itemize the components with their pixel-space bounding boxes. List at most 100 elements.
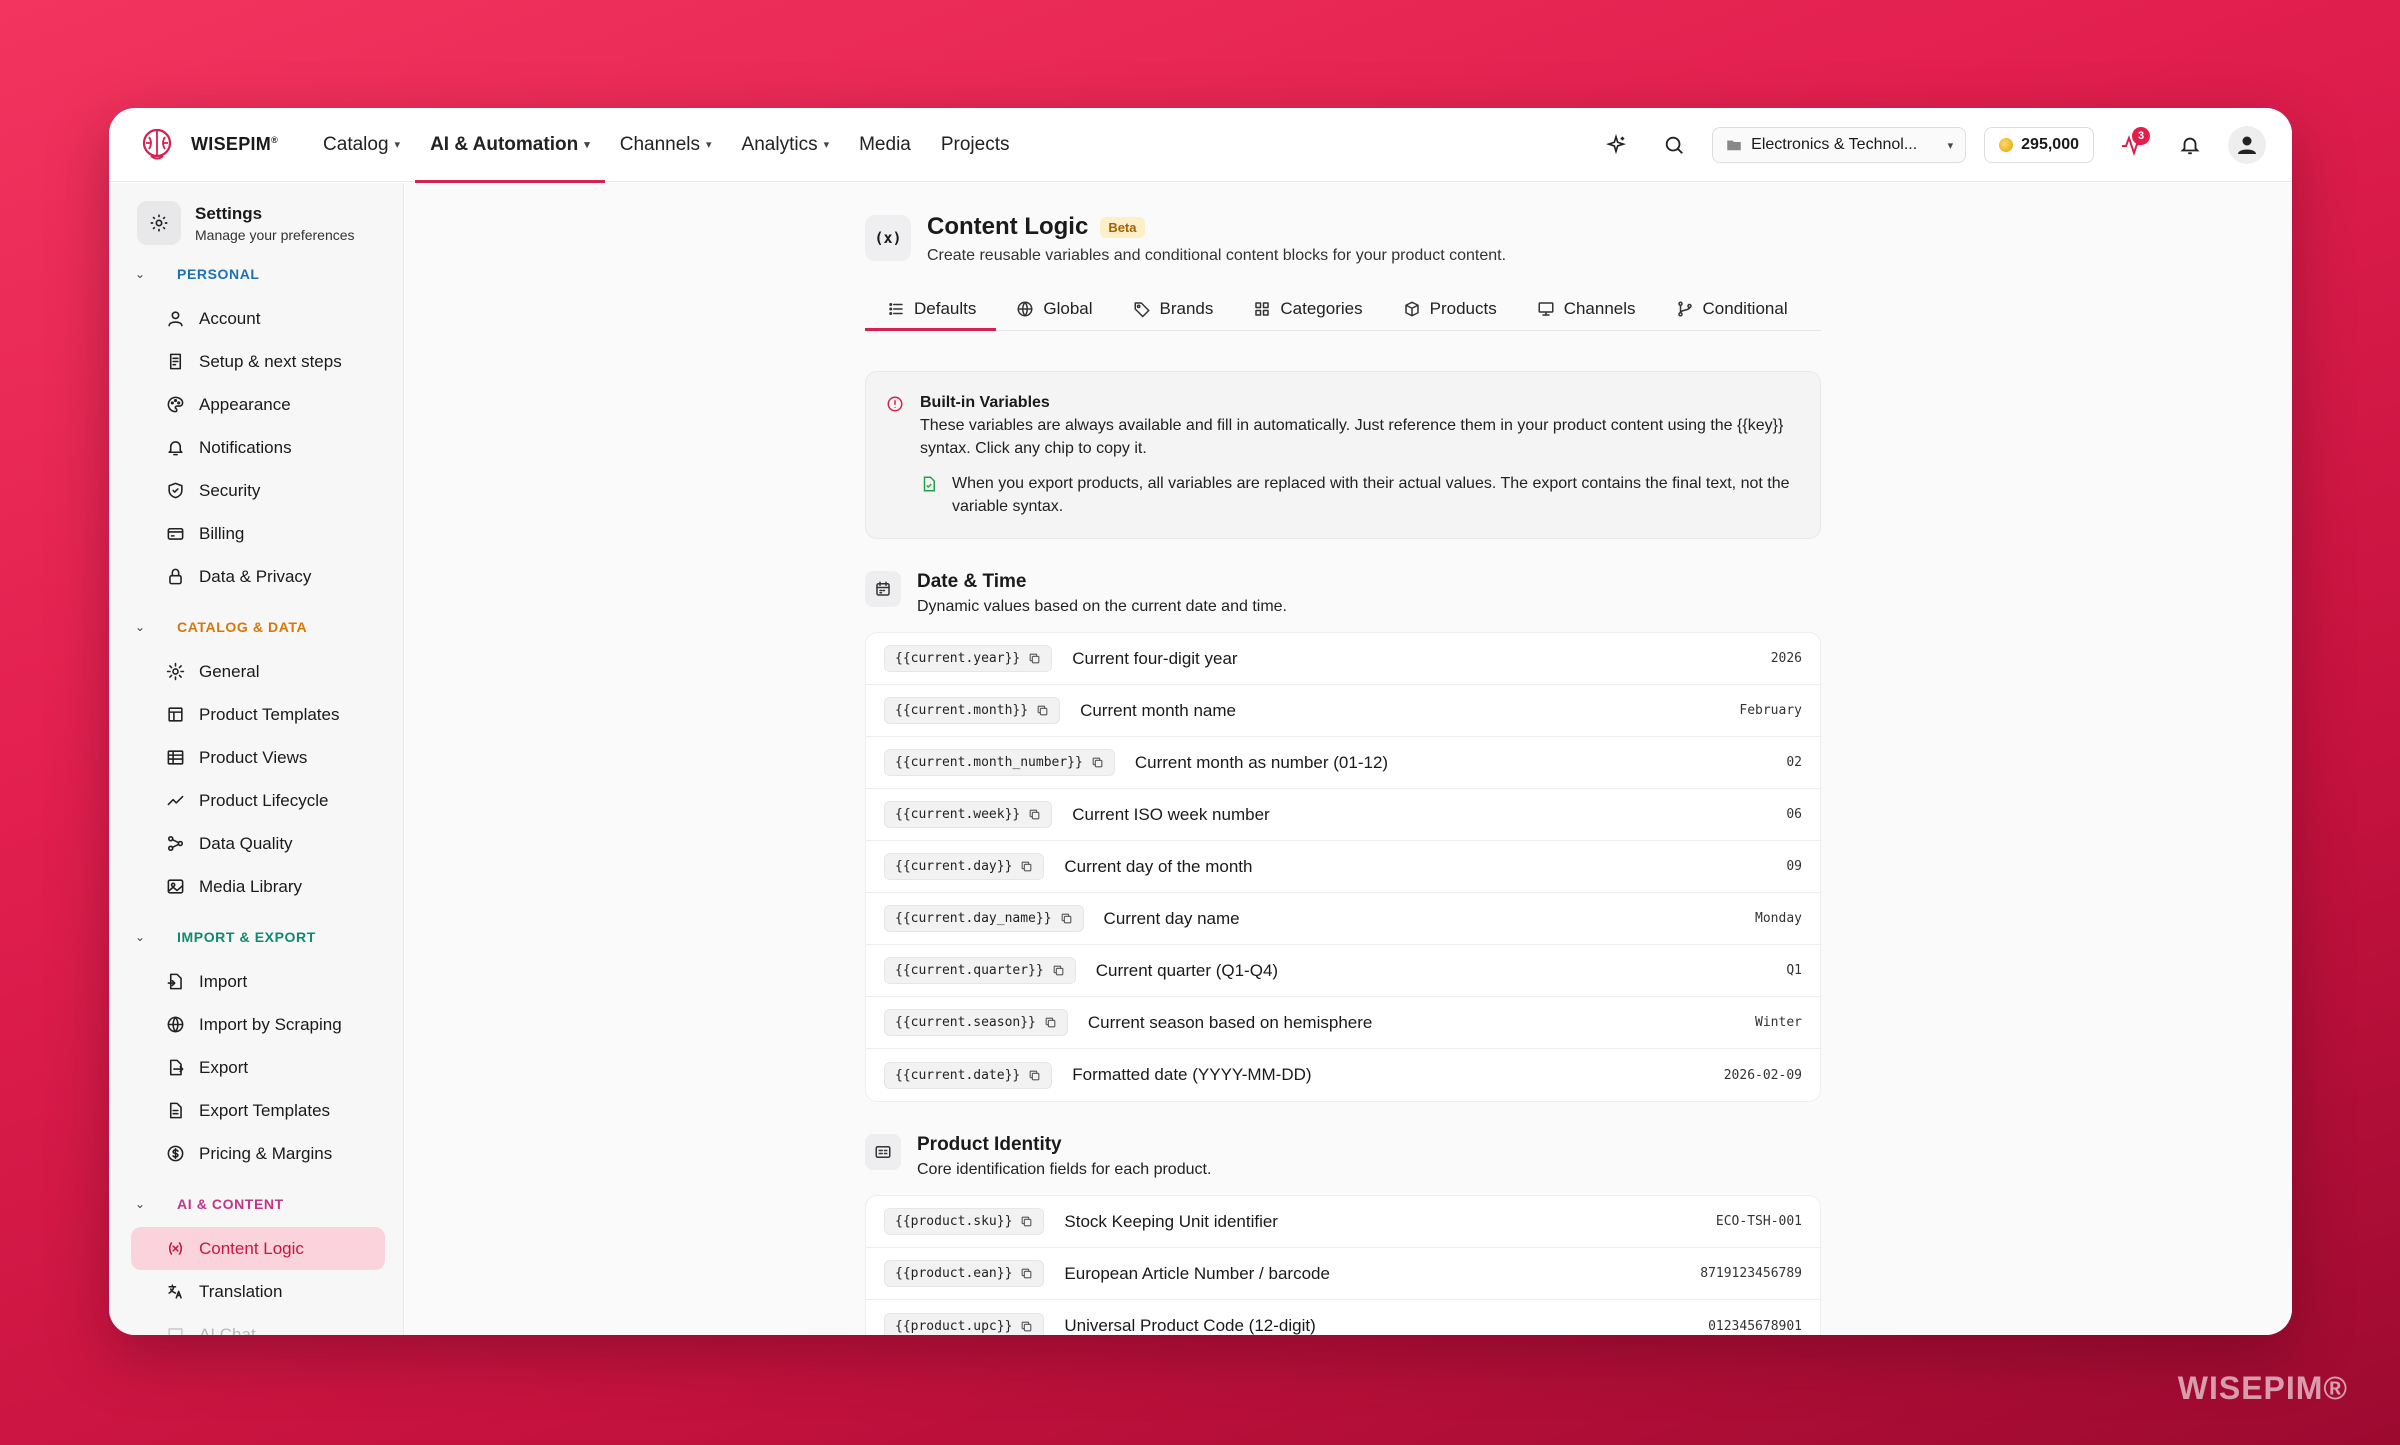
brand-logo[interactable]: WISEPIM®: [137, 125, 278, 165]
table-row: {{current.season}} Current season based …: [866, 997, 1820, 1049]
sidebar-group-personal[interactable]: ⌄ PERSONAL: [109, 251, 403, 297]
sidebar-item-notifications[interactable]: Notifications: [109, 426, 403, 469]
tab-label: Channels: [1563, 298, 1636, 318]
sidebar-item-translation[interactable]: Translation: [109, 1270, 403, 1313]
sidebar-item-import-by-scraping[interactable]: Import by Scraping: [109, 1003, 403, 1046]
chevron-down-icon: ⌄: [135, 620, 146, 634]
section-subtitle: Dynamic values based on the current date…: [917, 598, 1287, 615]
sidebar-item-general[interactable]: General: [109, 650, 403, 693]
sidebar-item-label: Account: [199, 308, 261, 328]
sidebar-item-security[interactable]: Security: [109, 469, 403, 512]
gear-icon: [137, 201, 181, 245]
table-row: {{current.year}} Current four-digit year…: [866, 633, 1820, 685]
activity-icon[interactable]: 3: [2112, 125, 2152, 165]
sidebar-item-account[interactable]: Account: [109, 297, 403, 340]
nav-item-analytics[interactable]: Analytics ▾: [727, 108, 845, 182]
sidebar-group-ai-content[interactable]: ⌄ AI & CONTENT: [109, 1181, 403, 1227]
info-icon: [886, 395, 904, 418]
sidebar-item-label: Product Lifecycle: [199, 790, 329, 810]
variable-chip[interactable]: {{current.day_name}}: [884, 905, 1084, 932]
brain-logo-icon: [142, 128, 172, 159]
variable-chip[interactable]: {{current.week}}: [884, 801, 1053, 828]
variable-chip[interactable]: {{product.upc}}: [884, 1312, 1045, 1335]
table-row: {{current.month}} Current month name Feb…: [866, 685, 1820, 737]
file-import-icon: [165, 972, 185, 992]
shield-icon: [165, 481, 185, 501]
sidebar-item-import[interactable]: Import: [109, 960, 403, 1003]
tab-defaults[interactable]: Defaults: [865, 287, 997, 331]
tab-conditional[interactable]: Conditional: [1656, 287, 1808, 330]
variable-value: February: [1739, 703, 1802, 718]
sidebar-item-data-quality[interactable]: Data Quality: [109, 822, 403, 865]
sidebar-group-label: CATALOG & DATA: [177, 619, 308, 635]
sidebar-item-media-library[interactable]: Media Library: [109, 865, 403, 908]
copy-icon: [1020, 860, 1033, 873]
sidebar-item-pricing-margins[interactable]: Pricing & Margins: [109, 1132, 403, 1175]
tab-channels[interactable]: Channels: [1517, 287, 1656, 330]
copy-icon: [1020, 1320, 1033, 1333]
sidebar-item-appearance[interactable]: Appearance: [109, 383, 403, 426]
sidebar-item-export[interactable]: Export: [109, 1046, 403, 1089]
tab-global[interactable]: Global: [996, 287, 1112, 330]
nav-item-projects[interactable]: Projects: [926, 108, 1025, 182]
tab-brands[interactable]: Brands: [1113, 287, 1234, 330]
nav-item-media[interactable]: Media: [844, 108, 926, 182]
id-card-icon: [865, 1134, 901, 1170]
nav-item-ai-automation[interactable]: AI & Automation ▾: [415, 108, 605, 183]
bell-icon[interactable]: [2170, 125, 2210, 165]
tab-categories[interactable]: Categories: [1233, 287, 1382, 330]
variable-chip[interactable]: {{current.season}}: [884, 1009, 1068, 1036]
variable-value: 09: [1786, 859, 1802, 874]
sidebar-item-label: Export Templates: [199, 1100, 331, 1120]
nav-item-catalog[interactable]: Catalog ▾: [308, 108, 415, 182]
sidebar-item-product-lifecycle[interactable]: Product Lifecycle: [109, 779, 403, 822]
sidebar-item-setup-next-steps[interactable]: Setup & next steps: [109, 340, 403, 383]
variable-chip[interactable]: {{current.year}}: [884, 645, 1053, 672]
sidebar-group-catalog-data[interactable]: ⌄ CATALOG & DATA: [109, 604, 403, 650]
sidebar-item-content-logic[interactable]: Content Logic: [131, 1227, 385, 1270]
page-title: Content Logic Beta: [927, 213, 1506, 241]
sidebar-item-label: Appearance: [199, 394, 291, 414]
lock-icon: [165, 567, 185, 587]
sidebar-item-product-views[interactable]: Product Views: [109, 736, 403, 779]
variable-chip[interactable]: {{current.quarter}}: [884, 957, 1076, 984]
variable-chip[interactable]: {{current.day}}: [884, 853, 1045, 880]
variable-chip[interactable]: {{current.month_number}}: [884, 749, 1115, 776]
variable-value: 2026-02-09: [1723, 1067, 1802, 1083]
variable-value: 2026: [1770, 651, 1802, 666]
sidebar-group-import-export[interactable]: ⌄ IMPORT & EXPORT: [109, 914, 403, 960]
credits-pill[interactable]: 295,000: [1984, 127, 2094, 163]
sidebar-item-billing[interactable]: Billing: [109, 512, 403, 555]
main-content: (x) Content Logic Beta Create reusable v…: [405, 183, 2292, 1335]
info-text: These variables are always available and…: [920, 417, 1784, 457]
nav-item-channels[interactable]: Channels ▾: [605, 108, 727, 182]
copy-icon: [1028, 1069, 1041, 1082]
sidebar-item-product-templates[interactable]: Product Templates: [109, 693, 403, 736]
variable-chip[interactable]: {{current.month}}: [884, 697, 1061, 724]
sidebar-item-export-templates[interactable]: Export Templates: [109, 1089, 403, 1132]
variable-value: Winter: [1755, 1015, 1802, 1030]
chevron-down-icon: ⌄: [135, 930, 146, 944]
section-subtitle: Core identification fields for each prod…: [917, 1161, 1212, 1178]
tab-products[interactable]: Products: [1383, 287, 1517, 330]
search-icon[interactable]: [1654, 125, 1694, 165]
variable-chip[interactable]: {{product.sku}}: [884, 1208, 1045, 1235]
variable-description: Current season based on hemisphere: [1087, 1012, 1373, 1032]
sidebar-item-ai-chat[interactable]: AI Chat: [109, 1313, 403, 1335]
variable-description: Universal Product Code (12-digit): [1064, 1316, 1316, 1335]
export-note: When you export products, all variables …: [920, 472, 1796, 518]
branch-icon: [1676, 300, 1694, 318]
list-icon: [887, 300, 905, 318]
user-avatar[interactable]: [2228, 126, 2266, 164]
sidebar-group-label: AI & CONTENT: [177, 1196, 284, 1212]
sidebar-item-data-privacy[interactable]: Data & Privacy: [109, 555, 403, 598]
variable-chip[interactable]: {{product.ean}}: [884, 1260, 1045, 1287]
table-row: {{current.month_number}} Current month a…: [866, 737, 1820, 789]
ai-sparkle-icon[interactable]: [1596, 125, 1636, 165]
variable-value: ECO-TSH-001: [1715, 1214, 1802, 1229]
variable-chip[interactable]: {{current.date}}: [884, 1061, 1053, 1089]
workspace-selector[interactable]: Electronics & Technol... ▾: [1712, 127, 1967, 163]
tab-label: Defaults: [914, 298, 977, 318]
variable-key: {{product.ean}}: [895, 1266, 1013, 1281]
sidebar-item-label: Content Logic: [199, 1238, 304, 1258]
